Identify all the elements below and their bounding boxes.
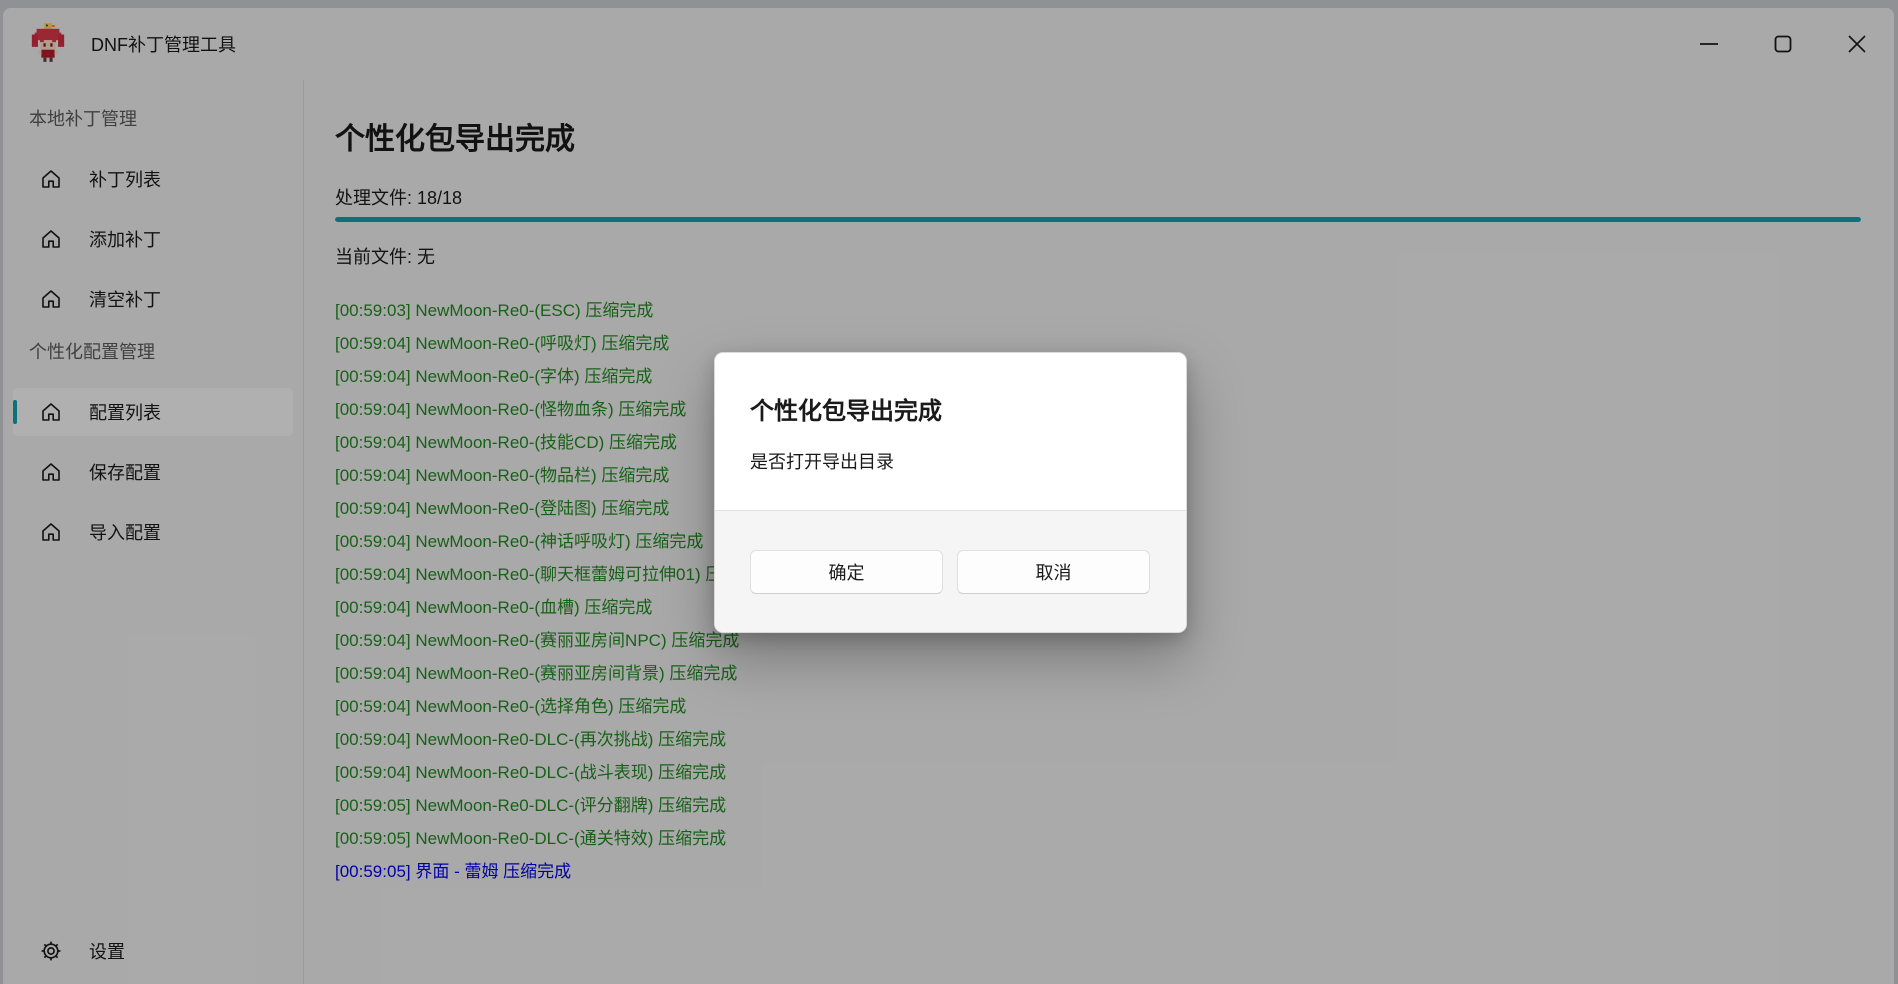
dialog-footer: 确定 取消 <box>715 510 1186 632</box>
cancel-button[interactable]: 取消 <box>957 550 1150 594</box>
app-window: DNF补丁管理工具 本地补丁管理 补丁列表 <box>3 8 1894 984</box>
export-complete-dialog: 个性化包导出完成 是否打开导出目录 确定 取消 <box>714 352 1187 633</box>
dialog-message: 是否打开导出目录 <box>750 448 1151 474</box>
ok-button[interactable]: 确定 <box>750 550 943 594</box>
desktop: DNF补丁管理工具 本地补丁管理 补丁列表 <box>0 0 1898 984</box>
dialog-title: 个性化包导出完成 <box>750 391 1151 426</box>
